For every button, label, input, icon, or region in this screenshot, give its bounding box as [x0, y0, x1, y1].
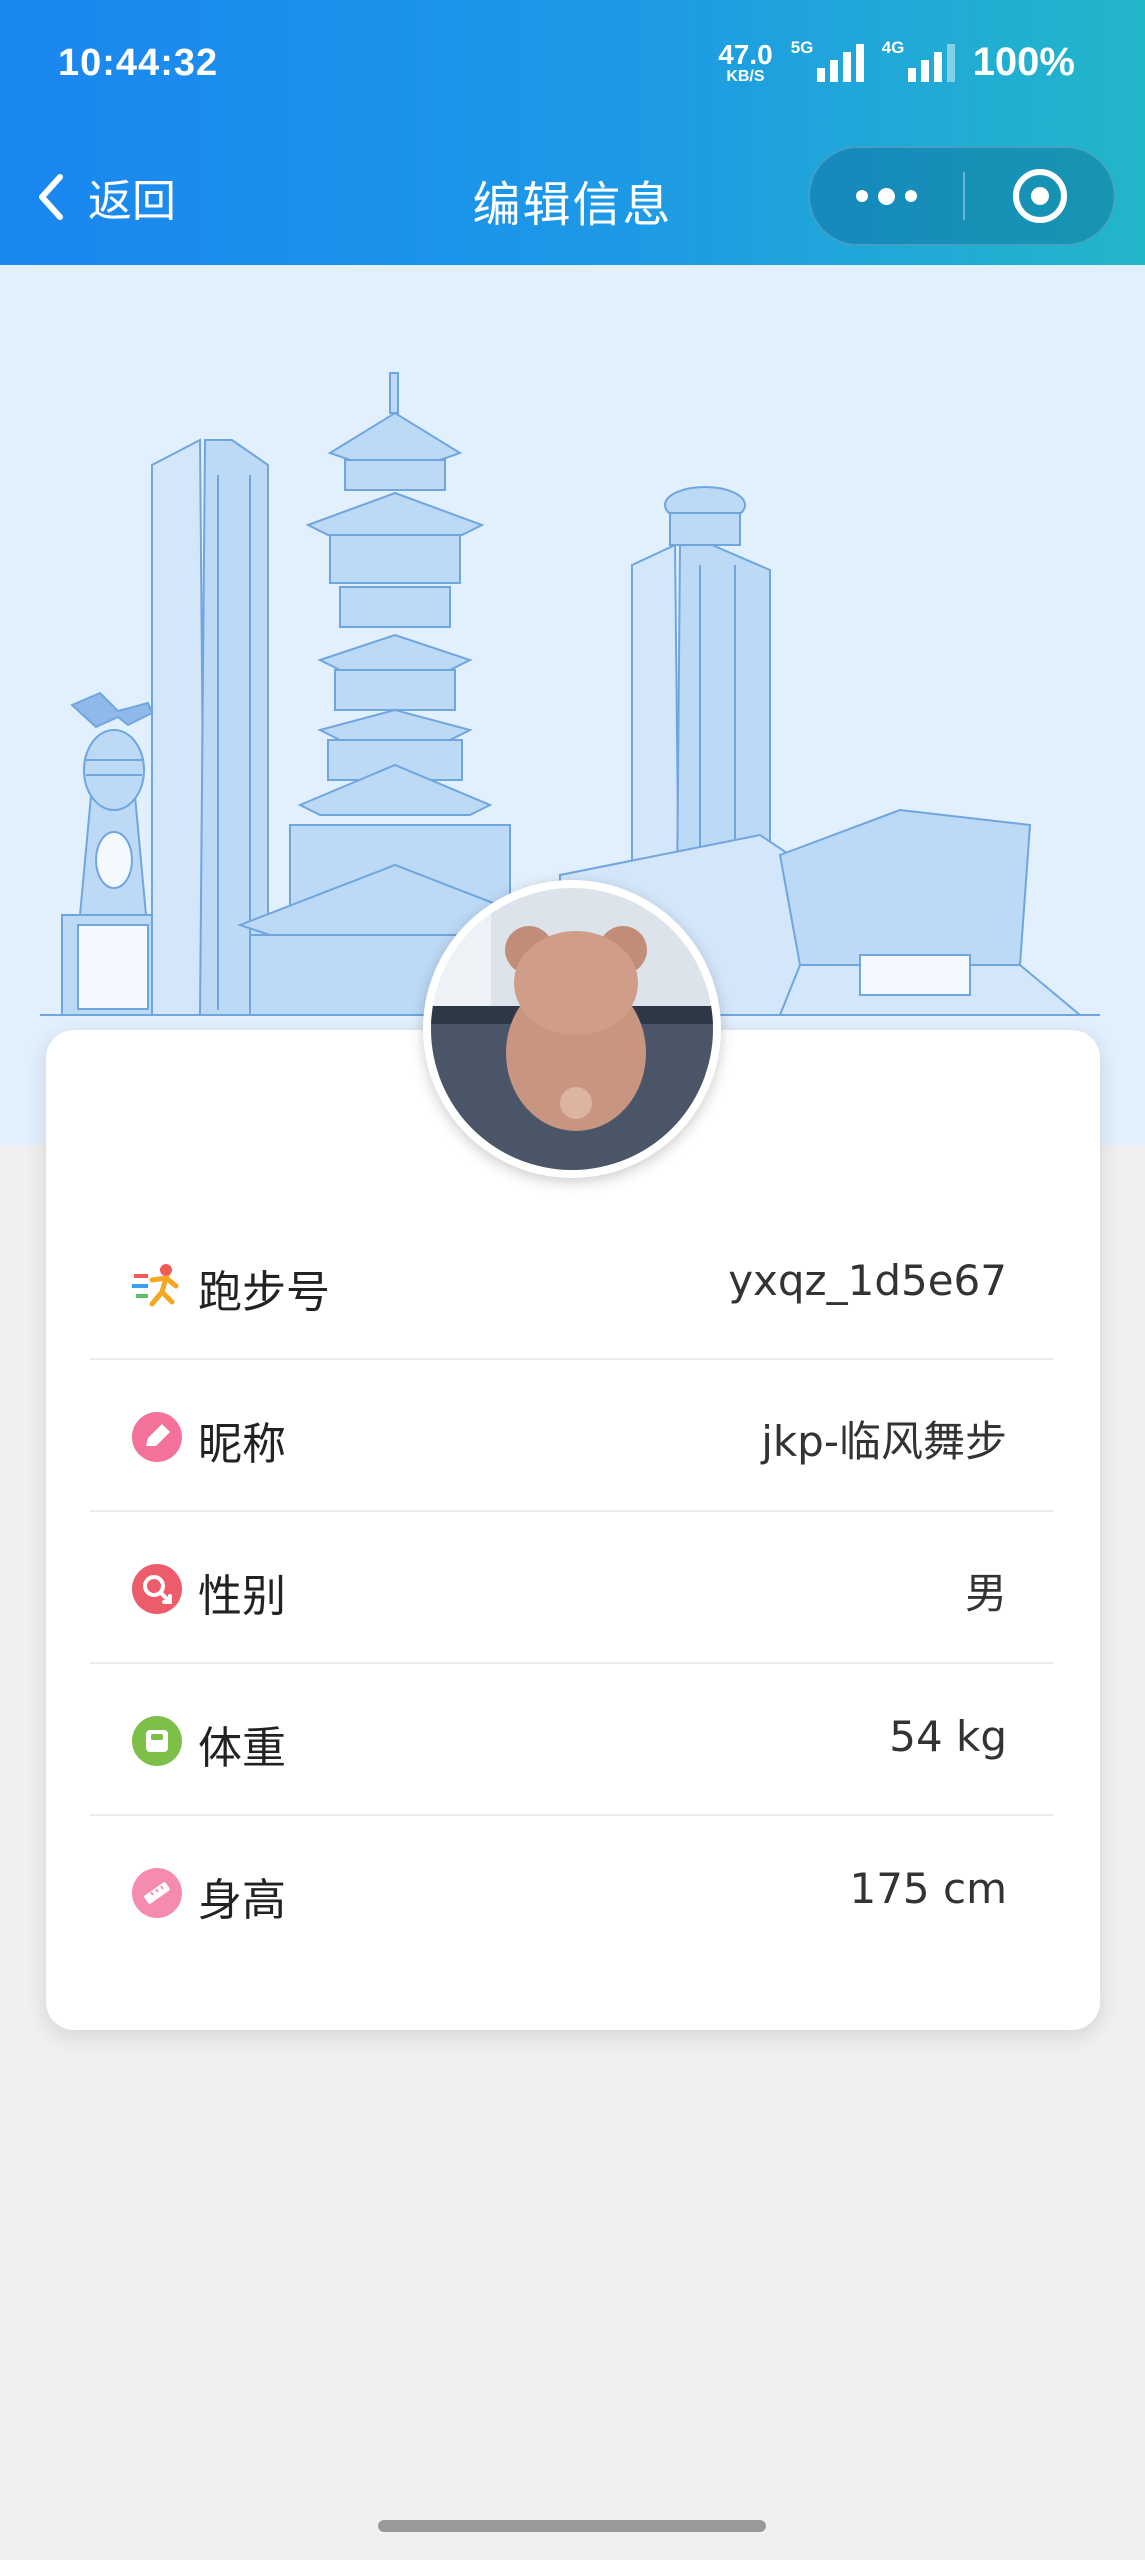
row-label: 体重	[198, 1723, 286, 1774]
status-bar: 10:44:32 47.0 KB/S 5G 4G 100%	[0, 0, 1145, 135]
runner-icon	[132, 1264, 179, 1307]
gender-icon	[132, 1564, 182, 1614]
battery-level: 100%	[972, 40, 1075, 84]
network-speed-value: 47.0	[718, 38, 773, 70]
avatar-bear-image	[431, 888, 713, 1170]
signal-5g-icon: 5G	[791, 38, 864, 82]
miniprogram-capsule	[808, 146, 1116, 246]
target-close-icon	[1013, 169, 1067, 223]
ruler-icon	[132, 1868, 182, 1918]
capsule-divider	[963, 172, 965, 220]
row-height[interactable]: 身高 175 cm	[90, 1816, 1053, 1968]
signal-5g-tag: 5G	[790, 37, 814, 57]
row-value: yxqz_1d5e67	[728, 1256, 1007, 1305]
row-nickname[interactable]: 昵称 jkp-临风舞步	[90, 1360, 1053, 1512]
row-label: 昵称	[198, 1419, 286, 1470]
status-indicators: 47.0 KB/S 5G 4G 100%	[718, 38, 1075, 85]
signal-4g-tag: 4G	[881, 37, 905, 57]
avatar[interactable]	[423, 880, 721, 1178]
pencil-icon	[132, 1412, 182, 1462]
signal-4g-icon: 4G	[882, 38, 955, 82]
row-weight[interactable]: 体重 54 kg	[90, 1664, 1053, 1816]
scale-icon	[132, 1716, 182, 1766]
network-speed-unit: KB/S	[726, 67, 765, 85]
home-indicator[interactable]	[378, 2520, 766, 2532]
row-gender[interactable]: 性别 男	[90, 1512, 1053, 1664]
network-speed: 47.0 KB/S	[718, 38, 773, 85]
row-running-id[interactable]: 跑步号 yxqz_1d5e67	[90, 1208, 1053, 1360]
status-time: 10:44:32	[58, 42, 219, 84]
row-label: 身高	[198, 1875, 286, 1926]
row-value: 175 cm	[849, 1864, 1007, 1913]
close-miniprogram-button[interactable]	[966, 148, 1114, 244]
row-label: 性别	[198, 1571, 286, 1622]
row-value: 54 kg	[889, 1712, 1007, 1761]
row-label: 跑步号	[198, 1267, 330, 1318]
row-value: 男	[964, 1569, 1007, 1618]
more-menu-button[interactable]	[810, 148, 962, 244]
row-value: jkp-临风舞步	[761, 1417, 1007, 1466]
